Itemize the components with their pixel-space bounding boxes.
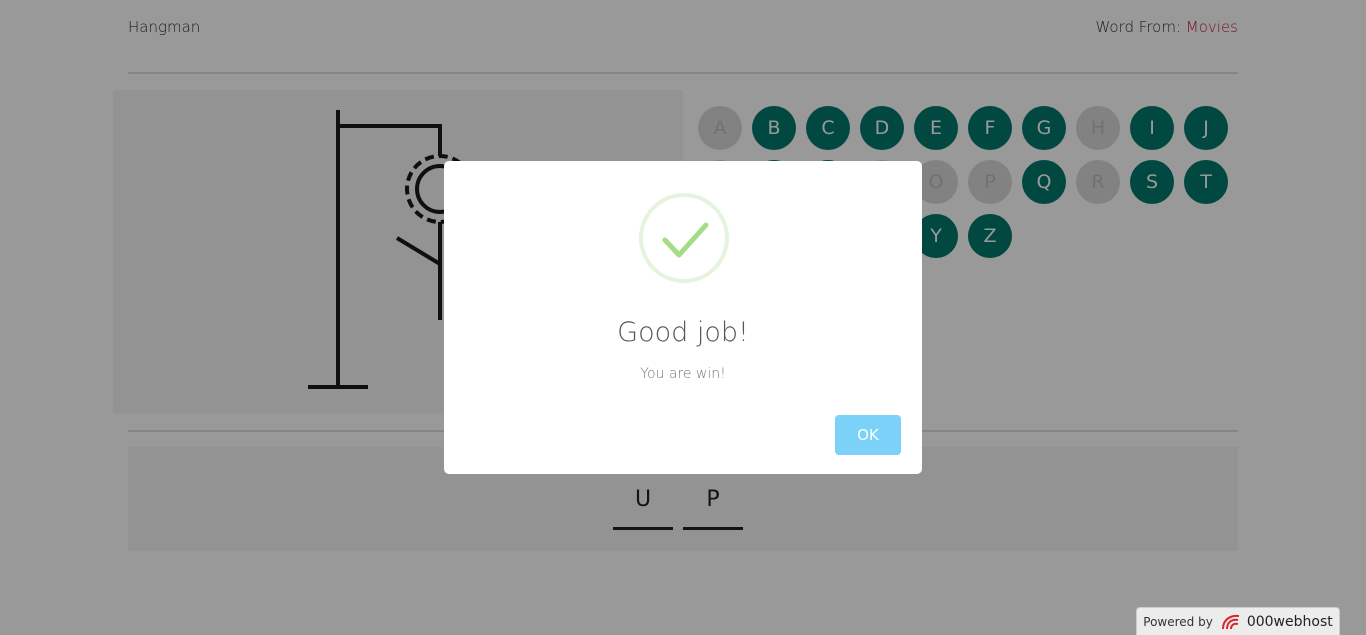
000webhost-logo-icon — [1221, 614, 1239, 629]
success-check-icon — [639, 193, 729, 283]
brand-name: 000webhost — [1246, 613, 1333, 630]
success-dialog: Good job! You are win! OK — [444, 161, 922, 474]
checkmark-icon — [662, 222, 709, 258]
dialog-message: You are win! — [640, 366, 726, 382]
powered-by-badge[interactable]: Powered by 000webhost — [1136, 607, 1340, 635]
powered-by-label: Powered by — [1143, 614, 1213, 629]
ok-button[interactable]: OK — [835, 415, 901, 455]
dialog-title: Good job! — [617, 317, 749, 348]
